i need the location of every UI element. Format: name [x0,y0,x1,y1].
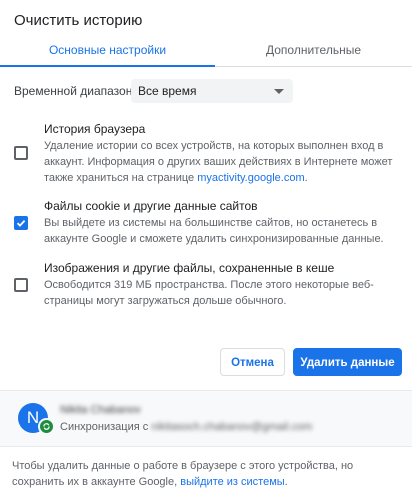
tab-advanced-label: Дополнительные [266,43,361,57]
time-range-select[interactable]: Все время [131,79,293,103]
sync-label: Синхронизация с [60,421,152,433]
tab-basic-settings-label: Основные настройки [48,43,167,57]
browsing-history-description: Удаление истории со всех устройств, на к… [44,138,394,186]
tab-basic-settings[interactable]: Основные настройки [0,34,215,67]
clear-history-dialog: Очистить историю Основные настройки Допо… [0,0,412,500]
footer-text-end: . [284,476,288,488]
time-range-label: Временной диапазон [14,84,133,98]
footer: Чтобы удалить данные о работе в браузере… [0,446,412,501]
cookies-description: Вы выйдете из системы на большинстве сай… [44,217,384,245]
browsing-history-title: История браузера [44,122,146,136]
account-email: nikitasoch.chabanov@gmail.com [151,421,313,433]
footer-text: Чтобы удалить данные о работе в браузере… [12,458,402,490]
cache-checkbox[interactable] [14,278,28,292]
dialog-title: Очистить историю [14,12,143,29]
tab-advanced[interactable]: Дополнительные [215,34,412,66]
chevron-down-icon [274,89,284,94]
cookies-title: Файлы cookie и другие данные сайтов [44,199,258,213]
sign-out-link[interactable]: выйдите из системы [180,476,284,488]
account-section: N Nikita Chabanov Синхронизация с nikita… [0,390,412,446]
account-sync-status: Синхронизация с nikitasoch.chabanov@gmai… [60,421,312,433]
browsing-history-checkbox[interactable] [14,146,28,160]
sync-icon [38,418,55,435]
cache-title: Изображения и другие файлы, сохраненные … [44,261,335,275]
delete-data-button[interactable]: Удалить данные [293,348,402,376]
myactivity-link[interactable]: myactivity.google.com [197,172,304,184]
cache-description: Освободится 319 МБ пространства. После э… [44,279,374,307]
check-icon [16,219,26,227]
browsing-history-description-end: . [304,172,308,184]
active-tab-indicator [0,65,215,67]
time-range-value: Все время [138,84,197,98]
cancel-button[interactable]: Отмена [220,348,285,376]
cookies-checkbox[interactable] [14,216,28,230]
tab-bar: Основные настройки Дополнительные [0,34,412,67]
account-name: Nikita Chabanov [60,404,141,416]
